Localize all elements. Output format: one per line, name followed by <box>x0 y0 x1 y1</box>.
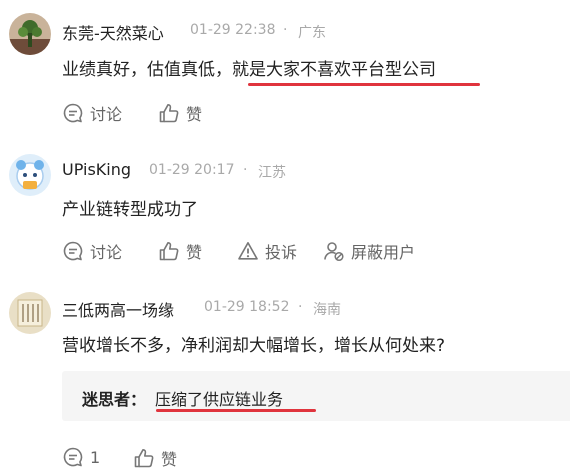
like-button[interactable]: 赞 <box>158 101 202 125</box>
reply-text: 压缩了供应链业务 <box>155 390 284 409</box>
like-button[interactable]: 赞 <box>158 239 202 263</box>
report-icon <box>238 242 258 260</box>
meta-separator: · <box>243 162 248 178</box>
comment-text: 业绩真好，估值真低，就是大家不喜欢平台型公司 <box>62 55 436 80</box>
like-label: 赞 <box>186 105 203 124</box>
discuss-count: 1 <box>90 447 101 467</box>
highlight-underline <box>248 83 480 86</box>
reply-username[interactable]: 迷思者： <box>82 386 146 410</box>
discuss-label: 讨论 <box>90 243 123 262</box>
discuss-button[interactable]: 1 <box>62 446 100 468</box>
comment-text-highlight: 就是大家不喜欢平台型公司 <box>232 60 436 80</box>
comment-item: 东莞-天然菜心 01-29 22:38 · 广东 业绩真好，估值真低，就是大家不… <box>0 0 570 140</box>
highlight-underline <box>156 409 316 412</box>
avatar[interactable] <box>9 154 51 196</box>
discuss-label: 讨论 <box>90 105 123 124</box>
avatar[interactable] <box>9 13 51 55</box>
comment-time: 01-29 20:17 <box>149 162 235 178</box>
username[interactable]: 三低两高一场缘 <box>62 297 174 321</box>
discuss-icon <box>63 241 83 261</box>
block-user-label: 屏蔽用户 <box>351 243 416 262</box>
comment-location: 海南 <box>313 302 341 318</box>
comment-item: UPisKing 01-29 20:17 · 江苏 产业链转型成功了 讨论 赞 … <box>0 140 570 280</box>
comment-text: 产业链转型成功了 <box>62 200 198 220</box>
reply-quote: 迷思者： 压缩了供应链业务 <box>62 371 570 421</box>
meta-separator: · <box>283 22 288 38</box>
like-button[interactable]: 赞 <box>133 446 177 470</box>
reply-username-text: 迷思者 <box>82 390 131 409</box>
username[interactable]: 东莞-天然菜心 <box>62 20 164 44</box>
block-user-icon <box>324 242 344 262</box>
like-icon <box>134 449 154 468</box>
report-button[interactable]: 投诉 <box>237 239 297 263</box>
like-icon <box>159 104 179 123</box>
username[interactable]: UPisKing <box>62 160 131 179</box>
discuss-icon <box>63 103 83 123</box>
reply-separator: ： <box>130 390 147 409</box>
discuss-button[interactable]: 讨论 <box>62 101 122 125</box>
comment-location: 广东 <box>298 25 326 41</box>
report-label: 投诉 <box>265 243 298 262</box>
comment-time: 01-29 18:52 <box>204 299 290 315</box>
like-label: 赞 <box>161 450 178 469</box>
comment-location: 江苏 <box>258 165 286 181</box>
block-user-button[interactable]: 屏蔽用户 <box>323 239 415 263</box>
comment-text-plain: 业绩真好，估值真低， <box>62 60 232 80</box>
avatar[interactable] <box>9 292 51 334</box>
comment-text: 营收增长不多，净利润却大幅增长，增长从何处来? <box>62 336 446 356</box>
avatar-plant-icon <box>9 13 51 55</box>
avatar-cartoon-icon <box>9 154 51 196</box>
like-label: 赞 <box>186 243 203 262</box>
discuss-icon <box>63 447 83 467</box>
avatar-calligraphy-icon <box>9 292 51 334</box>
discuss-button[interactable]: 讨论 <box>62 239 122 263</box>
comment-time: 01-29 22:38 <box>190 22 276 38</box>
meta-separator: · <box>298 299 303 315</box>
like-icon <box>159 242 179 261</box>
comment-item: 三低两高一场缘 01-29 18:52 · 海南 营收增长不多，净利润却大幅增长… <box>0 280 570 470</box>
